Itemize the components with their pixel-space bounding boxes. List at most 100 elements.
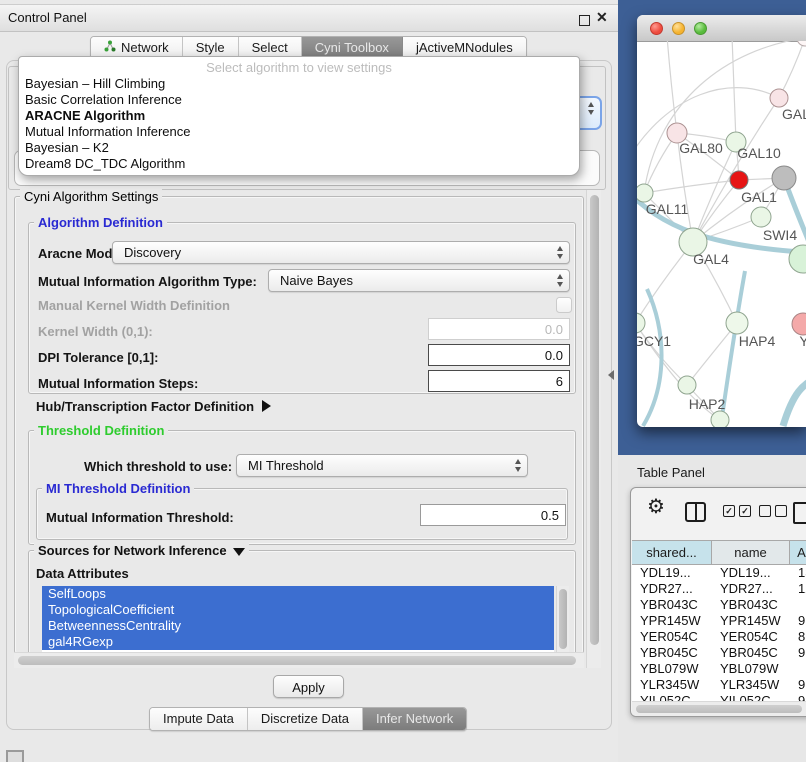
attribute-list-scrollbar[interactable] bbox=[556, 586, 569, 654]
tab-infer-network[interactable]: Infer Network bbox=[363, 708, 466, 730]
mi-type-combo[interactable]: Naive Bayes bbox=[268, 269, 570, 292]
table-cell: YLR345W bbox=[632, 677, 712, 693]
threshold-legend: Threshold Definition bbox=[34, 423, 168, 438]
network-node[interactable] bbox=[711, 411, 729, 427]
table-cell: 9. bbox=[790, 613, 806, 629]
algorithm-popup-item[interactable]: Dream8 DC_TDC Algorithm bbox=[19, 156, 579, 172]
table-cell: 12 bbox=[790, 581, 806, 597]
table-row[interactable]: YBR045CYBR045C9. bbox=[632, 645, 806, 661]
algorithm-popup-item[interactable]: Bayesian – Hill Climbing bbox=[19, 76, 579, 92]
table-column-header[interactable]: A bbox=[790, 540, 806, 565]
mi-threshold-field[interactable] bbox=[420, 504, 566, 526]
network-window: GALGAL80GAL10GAL1GAL11SWI4GAL4GCY1HAP4YH… bbox=[637, 15, 806, 427]
table-cell: YBR045C bbox=[712, 645, 790, 661]
table-cell: 8. bbox=[790, 629, 806, 645]
table-cell: 13 bbox=[790, 565, 806, 581]
select-all-columns-icon[interactable]: ✓✓ bbox=[723, 505, 751, 517]
aracne-mode-value: Discovery bbox=[124, 245, 181, 260]
table-horizontal-scrollbar[interactable] bbox=[632, 701, 806, 716]
attribute-list-item[interactable]: TopologicalCoefficient bbox=[42, 602, 554, 618]
sources-legend-text: Sources for Network Inference bbox=[38, 543, 227, 558]
algorithm-popup-item[interactable]: Mutual Information Inference bbox=[19, 124, 579, 140]
network-edge[interactable] bbox=[732, 41, 736, 142]
minimize-traffic-light-icon[interactable] bbox=[672, 22, 685, 35]
table-row[interactable]: YDR27...YDR27...12 bbox=[632, 581, 806, 597]
settings-vertical-scrollbar[interactable] bbox=[586, 190, 601, 668]
close-icon[interactable]: ✕ bbox=[596, 11, 608, 23]
columns-icon[interactable] bbox=[685, 502, 706, 522]
window-title: Control Panel bbox=[8, 10, 87, 25]
control-panel-titlebar[interactable]: Control Panel ✕ bbox=[0, 4, 618, 32]
network-node-gal[interactable] bbox=[770, 89, 788, 107]
attribute-list-item[interactable]: BetweennessCentrality bbox=[42, 618, 554, 634]
deselect-all-columns-icon[interactable] bbox=[759, 505, 787, 517]
table-cell: YER054C bbox=[712, 629, 790, 645]
algorithm-popup-item[interactable]: ARACNE Algorithm bbox=[19, 108, 579, 124]
table-row[interactable]: YPR145WYPR145W9. bbox=[632, 613, 806, 629]
table-row[interactable]: YBR043CYBR043C bbox=[632, 597, 806, 613]
attribute-list-item[interactable]: gal4RGexp bbox=[42, 634, 554, 650]
table-cell: 9. bbox=[790, 677, 806, 693]
algorithm-popup-item[interactable]: Bayesian – K2 bbox=[19, 140, 579, 156]
table-row[interactable]: YBL079WYBL079W bbox=[632, 661, 806, 677]
table-column-header[interactable]: shared... bbox=[632, 540, 712, 565]
network-node-label: HAP4 bbox=[739, 333, 776, 349]
dpi-tolerance-field[interactable] bbox=[428, 344, 570, 366]
sources-legend[interactable]: Sources for Network Inference bbox=[34, 543, 249, 558]
which-threshold-combo[interactable]: MI Threshold bbox=[236, 454, 528, 477]
combo-arrows-icon bbox=[557, 246, 563, 259]
mi-type-label: Mutual Information Algorithm Type: bbox=[38, 274, 257, 289]
tab-discretize-data[interactable]: Discretize Data bbox=[248, 708, 363, 730]
algorithm-popup: Select algorithm to view settings Bayesi… bbox=[18, 56, 580, 176]
network-node-hap4[interactable] bbox=[726, 312, 748, 334]
table-cell: YLR345W bbox=[712, 677, 790, 693]
attribute-list-item[interactable]: SelfLoops bbox=[42, 586, 554, 602]
network-node-gal11[interactable] bbox=[637, 184, 653, 202]
network-window-titlebar[interactable] bbox=[637, 15, 806, 42]
table-row[interactable]: YLR345WYLR345W9. bbox=[632, 677, 806, 693]
table-cell bbox=[790, 597, 806, 613]
mi-steps-field[interactable] bbox=[428, 370, 570, 392]
which-threshold-value: MI Threshold bbox=[248, 458, 324, 473]
table-cell: YER054C bbox=[632, 629, 712, 645]
table-row[interactable]: YER054CYER054C8. bbox=[632, 629, 806, 645]
settings-horizontal-scrollbar[interactable] bbox=[14, 652, 584, 668]
network-edge[interactable] bbox=[637, 242, 693, 323]
table-cell: 9. bbox=[790, 645, 806, 661]
aracne-mode-combo[interactable]: Discovery bbox=[112, 241, 570, 264]
dpi-tolerance-label: DPI Tolerance [0,1]: bbox=[38, 350, 158, 365]
float-window-icon[interactable] bbox=[579, 15, 590, 26]
network-node-swi4[interactable] bbox=[751, 207, 771, 227]
network-node-hap2[interactable] bbox=[678, 376, 696, 394]
network-node-label: GAL10 bbox=[737, 145, 781, 161]
manual-kernel-checkbox[interactable] bbox=[556, 297, 572, 313]
network-node-gcy1[interactable] bbox=[637, 313, 645, 333]
collapse-panel-icon[interactable] bbox=[6, 750, 24, 762]
network-edge[interactable] bbox=[667, 41, 677, 133]
tab-label: Infer Network bbox=[376, 708, 453, 730]
close-traffic-light-icon[interactable] bbox=[650, 22, 663, 35]
collapse-down-icon bbox=[233, 548, 245, 556]
zoom-traffic-light-icon[interactable] bbox=[694, 22, 707, 35]
table-cell: YDL19... bbox=[712, 565, 790, 581]
gear-icon[interactable]: ⚙ bbox=[647, 497, 665, 517]
network-node-gal1[interactable] bbox=[730, 171, 748, 189]
tab-impute-data[interactable]: Impute Data bbox=[150, 708, 248, 730]
table-row[interactable]: YDL19...YDL19...13 bbox=[632, 565, 806, 581]
hub-definition-label: Hub/Transcription Factor Definition bbox=[36, 399, 254, 414]
network-node[interactable] bbox=[797, 41, 806, 46]
file-icon[interactable] bbox=[793, 502, 806, 524]
apply-button[interactable]: Apply bbox=[273, 675, 344, 698]
network-canvas[interactable]: GALGAL80GAL10GAL1GAL11SWI4GAL4GCY1HAP4YH… bbox=[637, 41, 806, 427]
network-edge[interactable] bbox=[637, 189, 806, 253]
network-node[interactable] bbox=[772, 166, 796, 190]
kernel-width-field[interactable] bbox=[428, 318, 570, 340]
algorithm-popup-item[interactable]: Basic Correlation Inference bbox=[19, 92, 579, 108]
hub-definition-toggle[interactable]: Hub/Transcription Factor Definition bbox=[36, 399, 271, 414]
network-edge[interactable] bbox=[783, 377, 806, 426]
network-node-label: HAP2 bbox=[689, 396, 726, 412]
splitter-collapse-icon[interactable] bbox=[608, 370, 614, 380]
table-column-header[interactable]: name bbox=[712, 540, 790, 565]
network-node-y[interactable] bbox=[792, 313, 806, 335]
network-node-label: GAL80 bbox=[679, 140, 723, 156]
